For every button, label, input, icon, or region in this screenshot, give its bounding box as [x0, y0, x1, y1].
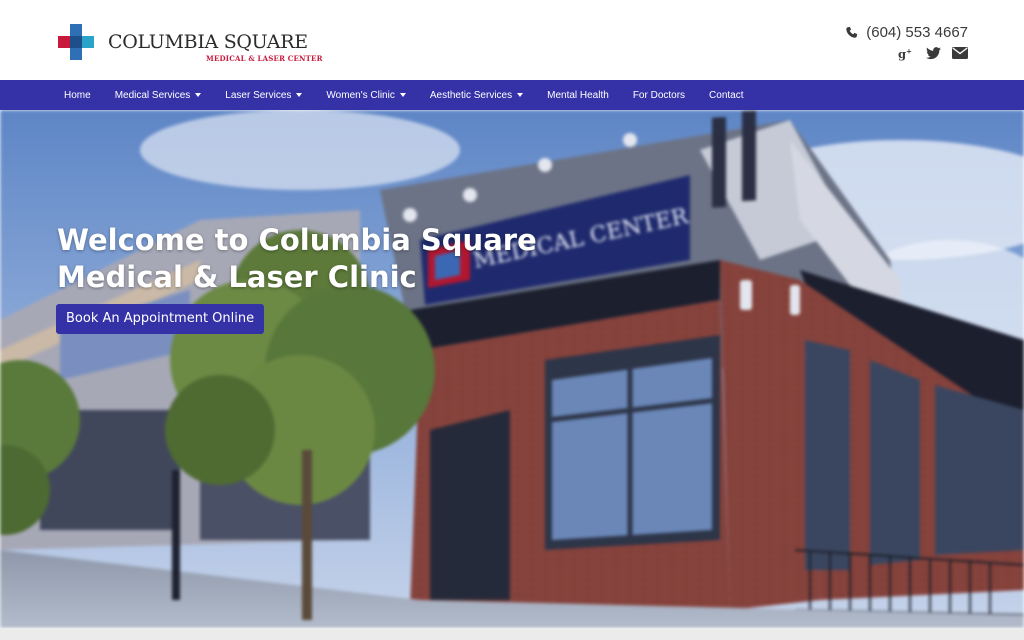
hero-title-line1: Welcome to Columbia Square [57, 223, 537, 257]
nav-label: For Doctors [632, 89, 686, 101]
nav-item-womens-clinic[interactable]: Women's Clinic [314, 80, 417, 110]
caret-down-icon [399, 93, 406, 97]
nav-item-laser-services[interactable]: Laser Services [213, 80, 314, 110]
main-nav: Home Medical Services Laser Services Wom… [0, 80, 1024, 110]
clinic-building-photo: MEDICAL CENTER [0, 110, 1024, 628]
nav-label: Home [64, 89, 91, 101]
svg-text:+: + [906, 46, 912, 55]
hero-title-line2: Medical & Laser Clinic [57, 260, 417, 294]
nav-item-aesthetic-services[interactable]: Aesthetic Services [418, 80, 535, 110]
nav-label: Contact [709, 89, 744, 101]
nav-item-for-doctors[interactable]: For Doctors [621, 80, 697, 110]
google-plus-icon[interactable]: g + [898, 45, 914, 61]
header-contact: (604) 553 4667 g + [768, 24, 968, 64]
svg-text:g: g [898, 46, 906, 60]
book-appointment-button[interactable]: Book An Appointment Online [56, 304, 265, 334]
nav-item-medical-services[interactable]: Medical Services [103, 80, 214, 110]
nav-label: Mental Health [547, 89, 609, 101]
twitter-icon[interactable] [925, 45, 941, 61]
brand-tagline: MEDICAL & LASER CENTER [206, 54, 323, 63]
caret-down-icon [195, 93, 202, 97]
envelope-icon[interactable] [952, 45, 968, 61]
nav-label: Laser Services [225, 89, 292, 101]
site-logo[interactable]: COLUMBIA SQUARE MEDICAL & LASER CENTER [56, 22, 322, 66]
site-header: COLUMBIA SQUARE MEDICAL & LASER CENTER (… [0, 0, 1024, 80]
medical-cross-logo-icon [58, 24, 94, 60]
caret-down-icon [517, 93, 524, 97]
social-links: g + [898, 45, 968, 61]
hero-title: Welcome to Columbia Square Medical & Las… [57, 222, 617, 296]
nav-item-mental-health[interactable]: Mental Health [535, 80, 621, 110]
nav-item-home[interactable]: Home [52, 80, 103, 110]
nav-label: Women's Clinic [326, 89, 395, 101]
phone-icon [846, 26, 858, 38]
hero-banner: MEDICAL CENTER Welcome to Columbia Squar… [0, 110, 1024, 628]
brand-name: COLUMBIA SQUARE [108, 31, 308, 53]
nav-label: Medical Services [114, 89, 191, 101]
caret-down-icon [296, 93, 303, 97]
phone-row[interactable]: (604) 553 4667 [845, 24, 968, 41]
phone-number[interactable]: (604) 553 4667 [866, 24, 968, 41]
nav-item-contact[interactable]: Contact [697, 80, 755, 110]
nav-label: Aesthetic Services [429, 89, 513, 101]
page-bottom-strip [0, 628, 1024, 640]
